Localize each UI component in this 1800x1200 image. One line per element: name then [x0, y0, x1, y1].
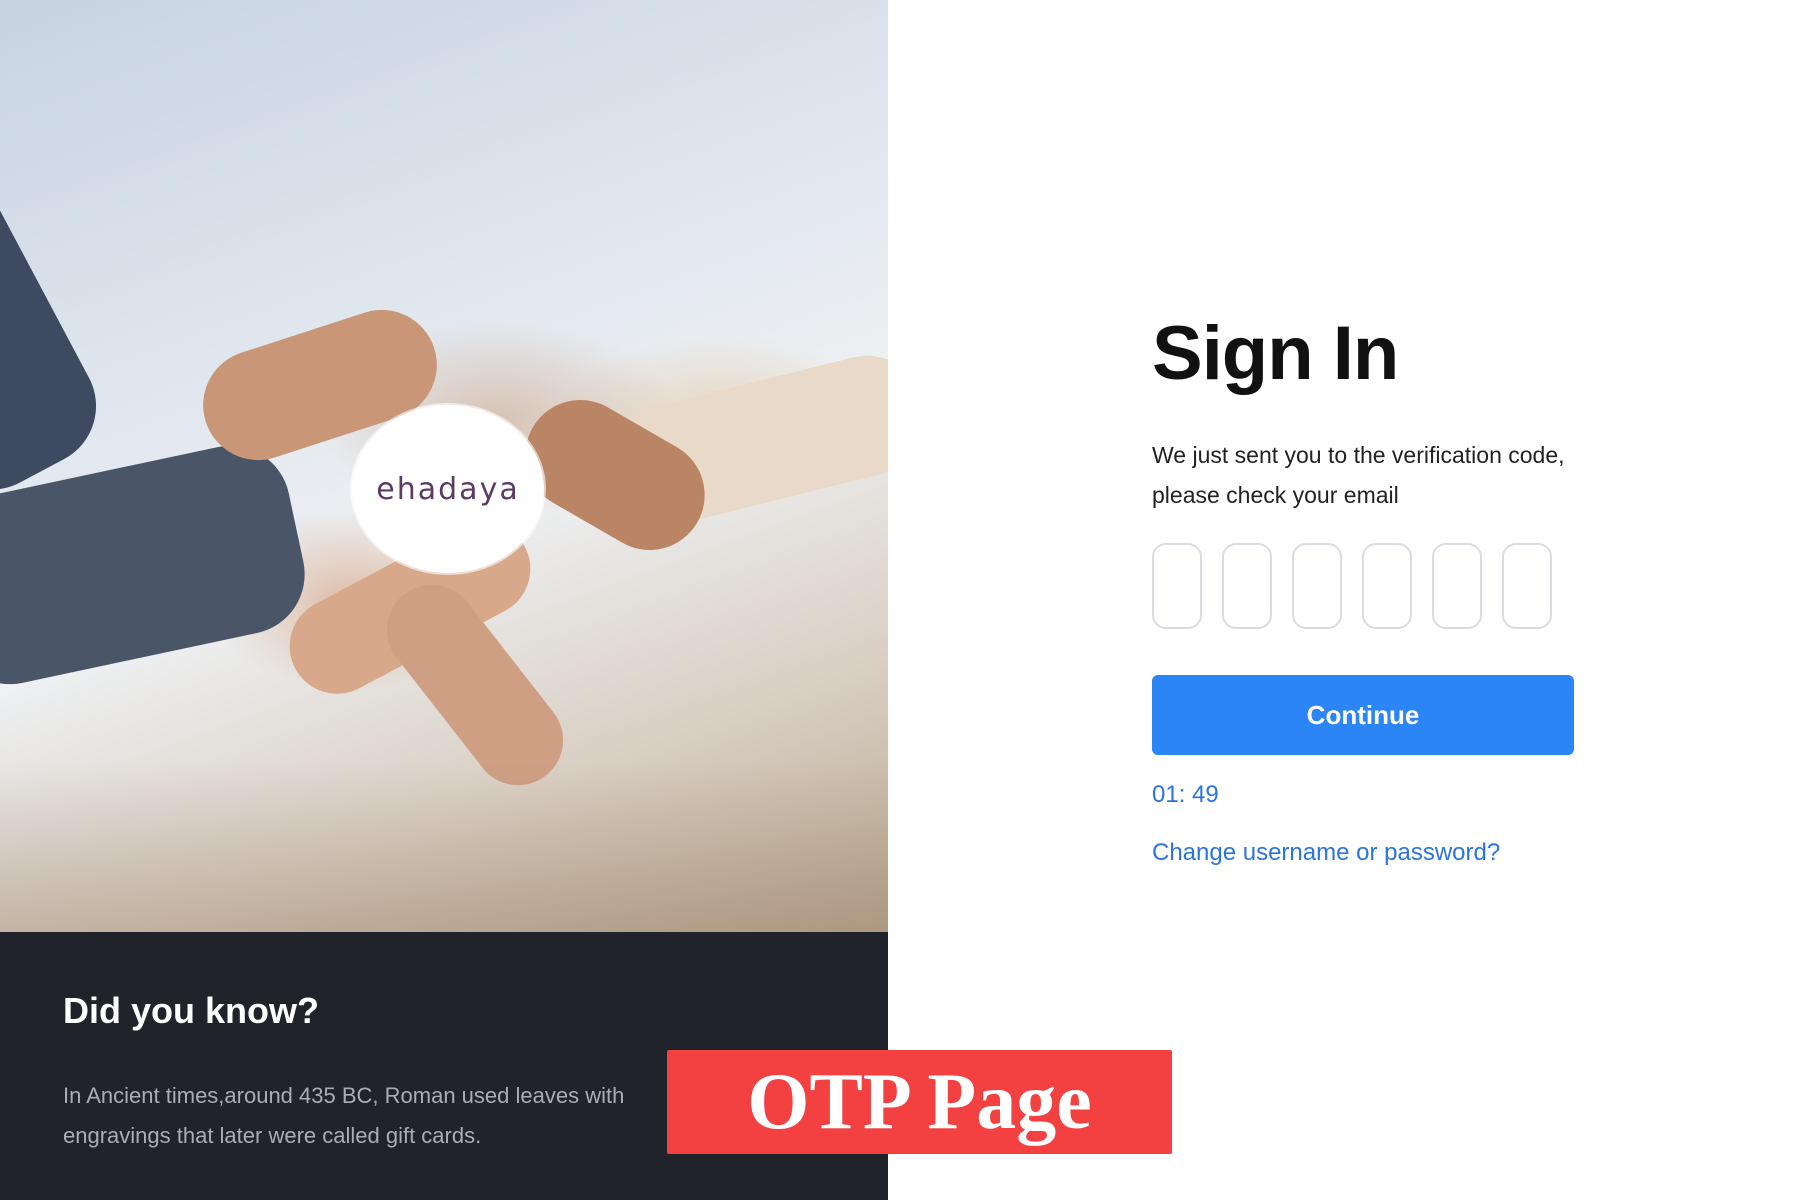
instructions-line-2: please check your email [1152, 482, 1399, 508]
otp-page-banner-label: OTP Page [747, 1057, 1092, 1146]
otp-input-group [1152, 543, 1582, 629]
otp-digit-4[interactable] [1362, 543, 1412, 629]
otp-digit-2[interactable] [1222, 543, 1272, 629]
otp-page-banner: OTP Page [667, 1050, 1172, 1154]
instructions-line-1: We just sent you to the verification cod… [1152, 442, 1565, 468]
brand-logo-text: ehadaya [376, 471, 520, 507]
otp-digit-1[interactable] [1152, 543, 1202, 629]
team-hands-photo: ehadaya [0, 0, 888, 932]
photo-desk [0, 760, 888, 932]
photo-arm [0, 434, 316, 696]
continue-button[interactable]: Continue [1152, 675, 1574, 755]
verification-instructions: We just sent you to the verification cod… [1152, 435, 1572, 515]
signin-form: Sign In We just sent you to the verifica… [1152, 310, 1582, 867]
did-you-know-title: Did you know? [63, 990, 319, 1031]
otp-digit-6[interactable] [1502, 543, 1552, 629]
photo-arm [0, 60, 118, 511]
resend-timer: 01: 49 [1152, 781, 1219, 808]
otp-digit-3[interactable] [1292, 543, 1342, 629]
otp-digit-5[interactable] [1432, 543, 1482, 629]
did-you-know-text: In Ancient times,around 435 BC, Roman us… [63, 1083, 625, 1148]
brand-logo: ehadaya [352, 405, 544, 573]
change-credentials-link[interactable]: Change username or password? [1152, 839, 1500, 867]
page-title: Sign In [1152, 311, 1399, 396]
left-panel: ehadaya Did you know? In Ancient times,a… [0, 0, 888, 1200]
